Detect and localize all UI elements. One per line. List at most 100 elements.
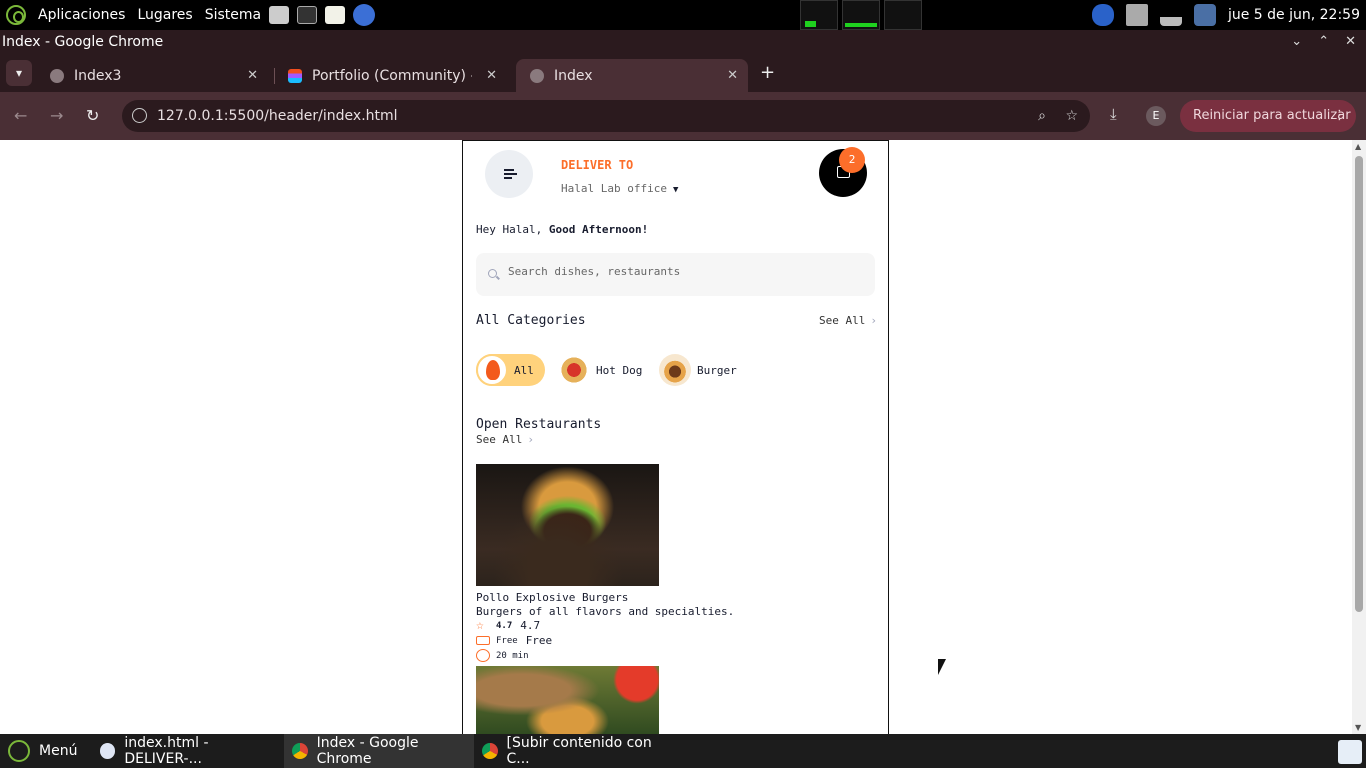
download-icon[interactable]: ⤓: [1110, 105, 1117, 123]
category-hot-dog[interactable]: Hot Dog: [558, 354, 642, 386]
close-window-button[interactable]: ✕: [1345, 30, 1356, 54]
os-top-panel: Aplicaciones Lugares Sistema jue 5 de ju…: [0, 0, 1366, 30]
search-input[interactable]: [508, 265, 858, 278]
tab-label: Index3: [74, 67, 122, 84]
scroll-down-icon[interactable]: ▼: [1355, 723, 1361, 732]
reload-icon[interactable]: ↻: [86, 106, 99, 125]
network-signal-icon[interactable]: [1159, 4, 1182, 26]
see-all-label: See All: [819, 314, 866, 327]
memory-monitor: [842, 0, 880, 30]
mint-logo-icon[interactable]: [6, 5, 26, 25]
terminal-icon[interactable]: [297, 6, 318, 24]
os-taskbar: Menú index.html - DELIVER-... Index - Go…: [0, 734, 1366, 768]
close-tab-icon[interactable]: ✕: [727, 68, 738, 83]
menu-line-icon: [504, 173, 517, 175]
new-tab-button[interactable]: +: [760, 62, 775, 83]
os-menu: Aplicaciones Lugares Sistema: [0, 5, 261, 25]
close-tab-icon[interactable]: ✕: [247, 68, 258, 83]
system-tray: jue 5 de jun, 22:59: [1091, 0, 1360, 30]
cart-count-badge: 2: [839, 147, 865, 173]
category-label: Hot Dog: [596, 363, 643, 377]
page-scrollbar[interactable]: ▲ ▼: [1352, 140, 1366, 734]
categories-see-all-link[interactable]: See All ›: [819, 314, 877, 327]
taskbar-item-editor[interactable]: index.html - DELIVER-...: [92, 734, 284, 768]
address-bar[interactable]: 127.0.0.1:5500/header/index.html ⌕ ☆: [122, 100, 1090, 132]
taskbar-item-chrome-upload[interactable]: [Subir contenido con C...: [474, 734, 674, 768]
menu-sistema[interactable]: Sistema: [205, 7, 261, 23]
greeting: Hey Halal, Good Afternoon!: [476, 223, 648, 236]
restaurants-title: Open Restaurants: [476, 417, 602, 432]
taskbar-menu-button[interactable]: Menú: [0, 734, 88, 768]
tab-portfolio[interactable]: Portfolio (Community) – F ✕: [274, 59, 507, 92]
food-delivery-app: DELIVER TO Halal Lab office ▼ 2 Hey Halal…: [462, 140, 889, 734]
zoom-icon[interactable]: ⌕: [1038, 100, 1046, 132]
taskbar-item-chrome[interactable]: Index - Google Chrome: [284, 734, 474, 768]
categories-title: All Categories: [476, 313, 586, 328]
update-label: Reiniciar para actualizar: [1193, 108, 1351, 123]
battery-icon[interactable]: [1193, 4, 1216, 26]
delivery-truck-icon: [476, 636, 490, 645]
time-value: 20 min: [496, 650, 529, 661]
location-selector[interactable]: Halal Lab office ▼: [561, 182, 678, 195]
category-label: All: [514, 363, 534, 377]
window-titlebar: Index - Google Chrome ⌄ ⌃ ✕: [0, 30, 1366, 54]
show-desktop-icon[interactable]: [269, 6, 290, 24]
greeting-prefix: Hey Halal,: [476, 223, 543, 236]
clock[interactable]: jue 5 de jun, 22:59: [1228, 7, 1360, 23]
restaurant-description: Burgers of all flavors and specialties.: [476, 605, 735, 618]
close-tab-icon[interactable]: ✕: [486, 68, 497, 83]
text-editor-icon[interactable]: [325, 6, 346, 24]
more-menu-icon[interactable]: ⋮: [1333, 100, 1346, 132]
menu-line-icon: [504, 177, 512, 179]
chevron-right-icon: ›: [870, 314, 877, 327]
window-controls: ⌄ ⌃ ✕: [1291, 30, 1356, 54]
tab-label: Index: [554, 67, 593, 84]
window-title: Index - Google Chrome: [2, 34, 164, 50]
scroll-up-icon[interactable]: ▲: [1355, 142, 1361, 151]
menu-aplicaciones[interactable]: Aplicaciones: [38, 7, 125, 23]
delivery-value: Free: [525, 634, 553, 647]
delivery-small: Free: [496, 635, 518, 646]
app-launcher-icon[interactable]: [353, 4, 376, 26]
bookmark-star-icon[interactable]: ☆: [1065, 100, 1078, 132]
notification-tray-icon[interactable]: [1338, 740, 1362, 764]
tab-search-button[interactable]: ▾: [6, 60, 32, 86]
site-info-icon[interactable]: [132, 108, 147, 123]
search-box[interactable]: [476, 253, 875, 296]
hotdog-icon: [558, 354, 590, 386]
tab-label: Portfolio (Community) – F: [312, 67, 472, 84]
system-monitors: [800, 0, 922, 30]
chrome-icon: [482, 743, 498, 759]
tab-index[interactable]: Index ✕: [516, 59, 748, 92]
scrollbar-thumb[interactable]: [1355, 156, 1363, 612]
bluetooth-icon[interactable]: [1091, 4, 1114, 26]
taskbar-label: [Subir contenido con C...: [506, 735, 652, 767]
maximize-button[interactable]: ⌃: [1318, 30, 1329, 54]
category-burger[interactable]: Burger: [659, 354, 737, 386]
see-all-label: See All: [476, 433, 523, 446]
restaurant-image[interactable]: [476, 464, 659, 586]
network-monitor: [884, 0, 922, 30]
restaurants-see-all-link[interactable]: See All ›: [476, 433, 534, 446]
burger-icon: [659, 354, 691, 386]
volume-icon[interactable]: [1125, 4, 1148, 26]
restaurant-name[interactable]: Pollo Explosive Burgers: [476, 591, 628, 604]
taskbar-label: index.html - DELIVER-...: [124, 735, 209, 767]
mint-logo-icon: [8, 740, 30, 762]
back-arrow-icon[interactable]: ←: [14, 106, 27, 125]
forward-arrow-icon[interactable]: →: [50, 106, 63, 125]
url-text[interactable]: 127.0.0.1:5500/header/index.html: [157, 108, 398, 124]
launchers: [269, 4, 376, 26]
menu-lugares[interactable]: Lugares: [137, 7, 192, 23]
taskbar-label: Menú: [39, 743, 78, 759]
category-all[interactable]: All: [476, 354, 545, 386]
minimize-button[interactable]: ⌄: [1291, 30, 1302, 54]
tab-index3[interactable]: Index3 ✕: [36, 59, 268, 92]
restaurant-image[interactable]: [476, 666, 659, 734]
category-label: Burger: [697, 363, 737, 377]
profile-avatar[interactable]: E: [1146, 106, 1166, 126]
taskbar-label: Index - Google Chrome: [316, 735, 419, 767]
mouse-cursor-icon: [938, 659, 946, 675]
restart-update-button[interactable]: Reiniciar para actualizar ⋮: [1180, 100, 1356, 132]
hamburger-menu-button[interactable]: [485, 150, 533, 198]
